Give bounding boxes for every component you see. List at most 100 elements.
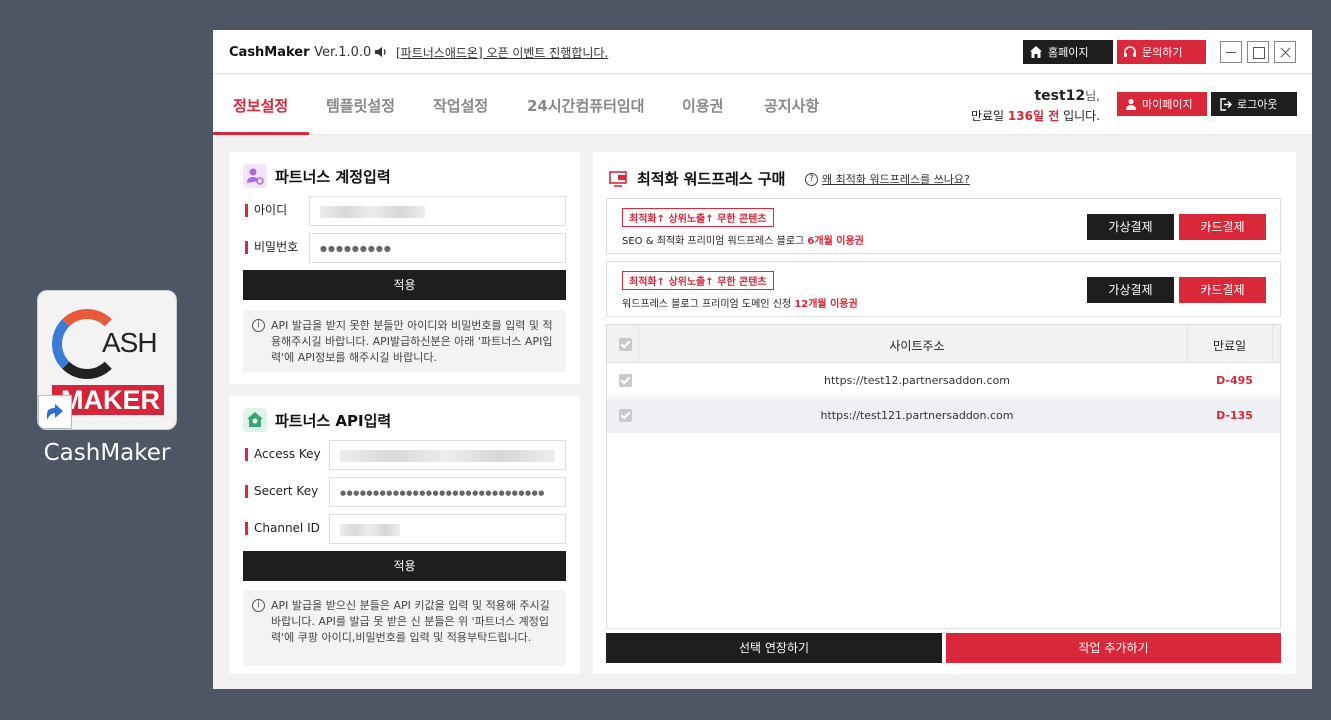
add-job-button[interactable]: 작업 추가하기 (946, 633, 1281, 663)
extend-selected-button[interactable]: 선택 연장하기 (606, 633, 942, 663)
account-panel-title: 파트너스 계정입력 (243, 164, 391, 188)
api-panel-title: 파트너스 API입력 (243, 408, 391, 432)
card-payment-button[interactable]: 카드결제 (1179, 277, 1266, 303)
why-wordpress-link[interactable]: ? 왜 최적화 워드프레스를 쓰나요? (805, 171, 970, 187)
access-key-input[interactable] (329, 440, 566, 470)
tab-24h-rental[interactable]: 24시간컴퓨터임대 (527, 95, 644, 116)
mypage-label: 마이페이지 (1142, 98, 1193, 111)
account-title-text: 파트너스 계정입력 (275, 167, 391, 186)
offer-desc-text: 워드프레스 블로그 프리미엄 도메인 신청 (622, 299, 792, 310)
titlebar: CashMaker Ver.1.0.0 [파트너스애드온] 오픈 이벤트 진행합… (213, 30, 1312, 74)
site-expiry: D-135 (1216, 409, 1253, 422)
secret-key-label: Secert Key (245, 485, 318, 498)
homepage-label: 홈페이지 (1048, 46, 1089, 59)
account-info-box: i API 발급을 받지 못한 분들만 아이디와 비밀번호를 입력 및 적용해주… (243, 310, 566, 372)
tab-template-settings[interactable]: 템플릿설정 (326, 95, 395, 116)
site-expiry: D-495 (1216, 374, 1253, 387)
select-all-checkbox[interactable] (619, 338, 632, 351)
wordpress-panel: 최적화 워드프레스 구매 ? 왜 최적화 워드프레스를 쓰나요? 최적화↑ 상위… (593, 152, 1296, 674)
id-input[interactable] (309, 196, 566, 226)
tab-notice[interactable]: 공지사항 (764, 95, 819, 116)
minimize-button[interactable] (1220, 41, 1242, 63)
cashmaker-logo: ASH MAKER (37, 290, 177, 430)
logout-button[interactable]: 로그아웃 (1211, 92, 1297, 116)
offer-desc: 워드프레스 블로그 프리미엄 도메인 신청 12개월 이용권 (622, 295, 858, 310)
virtual-payment-button[interactable]: 가상결제 (1087, 214, 1174, 240)
offer-desc-text: SEO & 최적화 프리미엄 워드프레스 블로그 (622, 236, 805, 247)
info-icon: i (252, 319, 265, 332)
channel-id-label: Channel ID (245, 522, 320, 535)
desktop-shortcut-cashmaker[interactable]: ASH MAKER CashMaker (36, 290, 178, 466)
card-payment-button[interactable]: 카드결제 (1179, 214, 1266, 240)
channel-id-value-blurred (340, 523, 400, 536)
logout-icon (1220, 97, 1232, 111)
header-expiry: 만료일 (1212, 339, 1247, 353)
inquiry-label: 문의하기 (1142, 46, 1183, 59)
inquiry-button[interactable]: 문의하기 (1117, 40, 1206, 64)
expiry-info: 만료일 136일 전 입니다. (971, 107, 1100, 124)
account-apply-button[interactable]: 적용 (243, 270, 566, 300)
why-wordpress-text: 왜 최적화 워드프레스를 쓰나요? (822, 173, 970, 186)
channel-id-input[interactable] (329, 514, 566, 544)
offer-desc: SEO & 최적화 프리미엄 워드프레스 블로그 6개월 이용권 (622, 232, 864, 247)
expiry-suffix: 입니다. (1063, 109, 1100, 123)
logout-label: 로그아웃 (1237, 98, 1278, 111)
app-brand: CashMaker Ver.1.0.0 (229, 45, 371, 60)
expiry-prefix: 만료일 (970, 109, 1005, 123)
home-icon (1030, 46, 1042, 58)
offer-tag: 최적화↑ 상위노출↑ 무한 콘텐츠 (622, 208, 774, 227)
row-checkbox[interactable] (619, 374, 632, 387)
secret-key-input[interactable]: ●●●●●●●●●●●●●●●●●●●●●●●●●●●●●●● (329, 477, 566, 507)
site-table: 사이트주소 만료일 https://test12.partnersaddon.c… (606, 324, 1281, 629)
maximize-button[interactable] (1247, 41, 1269, 63)
secret-key-row: Secert Key ●●●●●●●●●●●●●●●●●●●●●●●●●●●●●… (245, 477, 566, 507)
offer-tag: 최적화↑ 상위노출↑ 무한 콘텐츠 (622, 271, 774, 290)
user-suffix: 님, (1085, 89, 1100, 103)
row-checkbox[interactable] (619, 409, 632, 422)
site-url: https://test121.partnersaddon.com (820, 409, 1014, 422)
app-version: Ver.1.0.0 (314, 45, 372, 60)
question-icon: ? (805, 172, 818, 186)
tab-info-settings[interactable]: 정보설정 (233, 95, 288, 116)
api-icon (243, 408, 267, 432)
desktop-icon-label: CashMaker (43, 440, 171, 466)
offer-card: 최적화↑ 상위노출↑ 무한 콘텐츠 워드프레스 블로그 프리미엄 도메인 신청 … (606, 261, 1281, 317)
api-panel: 파트너스 API입력 Access Key Secert Key ●●●●●●●… (229, 396, 580, 674)
info-icon: i (252, 599, 265, 612)
offer-period: 6개월 이용권 (807, 236, 864, 247)
headset-icon (1124, 46, 1136, 57)
access-key-row: Access Key (245, 440, 566, 470)
api-apply-button[interactable]: 적용 (243, 551, 566, 581)
column-divider (1272, 325, 1273, 363)
access-key-value-blurred (340, 449, 555, 462)
notice-link[interactable]: [파트너스애드온] 오픈 이벤트 진행합니다. (396, 44, 608, 61)
pw-label: 비밀번호 (245, 241, 298, 254)
tab-job-settings[interactable]: 작업설정 (433, 95, 488, 116)
id-value-blurred (320, 205, 425, 218)
id-row: 아이디 (245, 196, 566, 226)
wordpress-title-text: 최적화 워드프레스 구매 (637, 170, 786, 188)
table-row[interactable]: https://test12.partnersaddon.com D-495 (607, 364, 1280, 398)
table-header: 사이트주소 만료일 (607, 325, 1280, 363)
speaker-icon (375, 47, 386, 57)
offer-period: 12개월 이용권 (794, 299, 858, 310)
virtual-payment-button[interactable]: 가상결제 (1087, 277, 1174, 303)
offer-card: 최적화↑ 상위노출↑ 무한 콘텐츠 SEO & 최적화 프리미엄 워드프레스 블… (606, 198, 1281, 254)
active-tab-indicator (213, 132, 309, 135)
user-greeting: test12님, (1034, 87, 1100, 104)
close-button[interactable] (1274, 41, 1296, 63)
expiry-days: 136일 전 (1007, 109, 1060, 123)
column-divider (638, 325, 639, 363)
homepage-button[interactable]: 홈페이지 (1023, 40, 1113, 64)
mypage-button[interactable]: 마이페이지 (1117, 92, 1207, 116)
user-icon (1126, 98, 1136, 110)
monitor-cart-icon (609, 170, 627, 187)
pw-input[interactable]: ●●●●●●●●● (309, 233, 566, 263)
header-site-url: 사이트주소 (889, 339, 945, 353)
tab-voucher[interactable]: 이용권 (682, 95, 723, 116)
wordpress-panel-title: 최적화 워드프레스 구매 (609, 168, 785, 189)
main-nav: 정보설정 템플릿설정 작업설정 24시간컴퓨터임대 이용권 공지사항 test1… (213, 75, 1312, 135)
channel-id-row: Channel ID (245, 514, 566, 544)
account-icon (243, 164, 267, 188)
table-row[interactable]: https://test121.partnersaddon.com D-135 (607, 399, 1280, 433)
